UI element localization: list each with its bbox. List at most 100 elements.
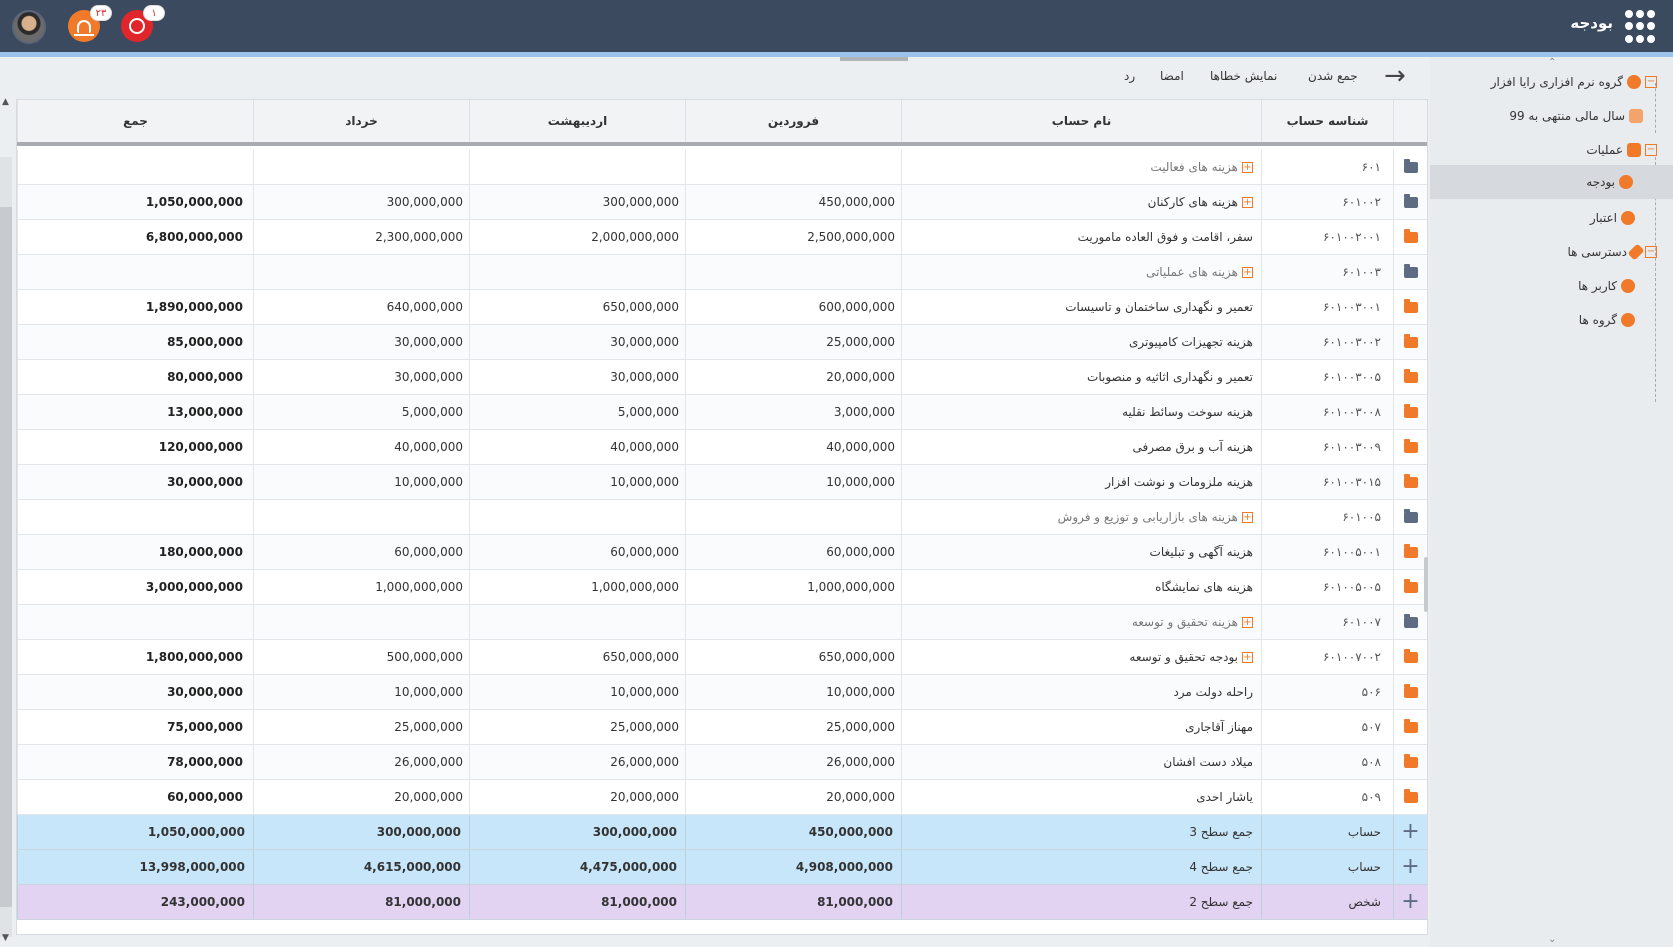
show-errors-button[interactable]: نمایش خطاها — [1210, 69, 1277, 83]
value-farvardin[interactable]: 450,000,000 — [685, 185, 901, 219]
table-row[interactable]: ۶۰۱۰۰۲۰۰۱ سفر، اقامت و فوق العاده ماموریت… — [17, 220, 1427, 255]
value-ordibehesht[interactable]: 20,000,000 — [469, 780, 685, 814]
table-row[interactable]: ۵۰۸ میلاد دست افشان 26,000,000 26,000,000 26… — [17, 745, 1427, 780]
value-ordibehesht[interactable]: 1,000,000,000 — [469, 570, 685, 604]
value-ordibehesht[interactable] — [469, 150, 685, 184]
table-row[interactable]: ۶۰۱۰۰۵۰۰۱ هزینه آگهی و تبلیغات 60,000,000 6… — [17, 535, 1427, 570]
value-khordad[interactable] — [253, 150, 469, 184]
value-farvardin[interactable]: 20,000,000 — [685, 360, 901, 394]
value-ordibehesht[interactable]: 30,000,000 — [469, 325, 685, 359]
value-khordad[interactable] — [253, 500, 469, 534]
table-row[interactable]: ۶۰۱۰۰۳ + هزینه های عملیاتی — [17, 255, 1427, 290]
collapse-toggle-icon[interactable]: − — [1645, 76, 1657, 88]
value-khordad[interactable]: 60,000,000 — [253, 535, 469, 569]
value-farvardin[interactable]: 10,000,000 — [685, 465, 901, 499]
table-row[interactable]: ۶۰۱۰۰۳۰۰۵ تعمیر و نگهداری اثاثیه و منصوبا… — [17, 360, 1427, 395]
sidebar-item-access[interactable]: − دسترسی ها — [1568, 237, 1657, 267]
collapse-button[interactable]: جمع شدن — [1308, 69, 1358, 83]
value-khordad[interactable]: 10,000,000 — [253, 675, 469, 709]
user-avatar[interactable] — [12, 10, 46, 44]
value-farvardin[interactable]: 60,000,000 — [685, 535, 901, 569]
value-khordad[interactable]: 30,000,000 — [253, 360, 469, 394]
back-arrow-icon[interactable]: → — [1384, 63, 1414, 89]
expand-icon[interactable]: + — [1242, 196, 1253, 208]
collapse-toggle-icon[interactable]: − — [1645, 246, 1657, 258]
value-ordibehesht[interactable]: 300,000,000 — [469, 185, 685, 219]
left-scrollbar[interactable] — [0, 157, 12, 937]
value-ordibehesht[interactable]: 60,000,000 — [469, 535, 685, 569]
table-row[interactable]: ۶۰۱۰۰۳۰۱۵ هزینه ملزومات و نوشت افزار 10,00… — [17, 465, 1427, 500]
alerts-button[interactable]: ۱ — [121, 5, 165, 42]
value-farvardin[interactable]: 3,000,000 — [685, 395, 901, 429]
value-farvardin[interactable]: 10,000,000 — [685, 675, 901, 709]
table-row[interactable]: ۵۰۹ یاشار احدی 20,000,000 20,000,000 20,000,… — [17, 780, 1427, 815]
header-khordad[interactable]: خرداد — [253, 100, 469, 142]
sidebar-item-operations[interactable]: − عملیات — [1586, 135, 1657, 165]
value-ordibehesht[interactable] — [469, 605, 685, 639]
table-row[interactable]: ۶۰۱۰۰۷ + هزینه تحقیق و توسعه — [17, 605, 1427, 640]
value-ordibehesht[interactable]: 10,000,000 — [469, 465, 685, 499]
header-total[interactable]: جمع — [17, 100, 253, 142]
value-farvardin[interactable]: 40,000,000 — [685, 430, 901, 464]
table-row[interactable]: ۶۰۱ + هزینه های فعالیت — [17, 150, 1427, 185]
value-khordad[interactable] — [253, 255, 469, 289]
value-khordad[interactable] — [253, 605, 469, 639]
sidebar-item-budget[interactable]: بودجه — [1430, 165, 1673, 199]
value-farvardin[interactable]: 650,000,000 — [685, 640, 901, 674]
value-farvardin[interactable] — [685, 150, 901, 184]
value-ordibehesht[interactable] — [469, 500, 685, 534]
value-ordibehesht[interactable]: 25,000,000 — [469, 710, 685, 744]
value-khordad[interactable]: 40,000,000 — [253, 430, 469, 464]
sign-button[interactable]: امضا — [1160, 69, 1184, 83]
value-farvardin[interactable]: 600,000,000 — [685, 290, 901, 324]
value-ordibehesht[interactable]: 650,000,000 — [469, 290, 685, 324]
value-farvardin[interactable]: 1,000,000,000 — [685, 570, 901, 604]
expand-icon[interactable]: + — [1242, 616, 1253, 628]
table-row[interactable]: ۶۰۱۰۰۳۰۰۱ تعمیر و نگهداری ساختمان و تاسیس… — [17, 290, 1427, 325]
value-ordibehesht[interactable]: 5,000,000 — [469, 395, 685, 429]
value-khordad[interactable]: 500,000,000 — [253, 640, 469, 674]
expand-icon[interactable]: + — [1242, 651, 1253, 663]
value-khordad[interactable]: 26,000,000 — [253, 745, 469, 779]
sidebar-item-fiscal-year[interactable]: سال مالی منتهی به 99 — [1509, 101, 1643, 131]
resize-grip[interactable] — [840, 57, 908, 61]
value-ordibehesht[interactable]: 10,000,000 — [469, 675, 685, 709]
table-row[interactable]: ۶۰۱۰۰۳۰۰۹ هزینه آب و برق مصرفی 40,000,000 4… — [17, 430, 1427, 465]
sidebar-item-groups[interactable]: گروه ها — [1579, 305, 1635, 335]
sidebar-item-company[interactable]: − گروه نرم افزاری رایا افزار — [1491, 67, 1657, 97]
table-row[interactable]: ۶۰۱۰۰۵۰۰۵ هزینه های نمایشگاه 1,000,000,000… — [17, 570, 1427, 605]
scroll-up-icon[interactable]: ▲ — [2, 97, 9, 107]
value-khordad[interactable]: 300,000,000 — [253, 185, 469, 219]
table-row[interactable]: ۵۰۷ مهناز آقاجاری 25,000,000 25,000,000 25,0… — [17, 710, 1427, 745]
value-khordad[interactable]: 1,000,000,000 — [253, 570, 469, 604]
value-ordibehesht[interactable]: 30,000,000 — [469, 360, 685, 394]
value-farvardin[interactable]: 20,000,000 — [685, 780, 901, 814]
expand-icon[interactable]: + — [1242, 161, 1253, 173]
value-farvardin[interactable] — [685, 605, 901, 639]
scroll-down-icon[interactable]: ▼ — [2, 933, 9, 943]
value-farvardin[interactable]: 25,000,000 — [685, 710, 901, 744]
notifications-button[interactable]: ۲۳ — [68, 5, 112, 42]
plus-icon[interactable]: + — [1401, 821, 1419, 843]
header-ordibehesht[interactable]: اردیبهشت — [469, 100, 685, 142]
value-ordibehesht[interactable]: 40,000,000 — [469, 430, 685, 464]
reject-button[interactable]: رد — [1124, 69, 1135, 83]
value-farvardin[interactable]: 26,000,000 — [685, 745, 901, 779]
table-row[interactable]: ۶۰۱۰۰۲ + هزینه های کارکنان 450,000,000 300,0… — [17, 185, 1427, 220]
value-farvardin[interactable] — [685, 255, 901, 289]
table-row[interactable]: ۶۰۱۰۰۳۰۰۲ هزینه تجهیزات کامپیوتری 25,000,0… — [17, 325, 1427, 360]
value-farvardin[interactable]: 2,500,000,000 — [685, 220, 901, 254]
value-farvardin[interactable] — [685, 500, 901, 534]
sidebar-item-users[interactable]: کاربر ها — [1578, 271, 1635, 301]
value-khordad[interactable]: 30,000,000 — [253, 325, 469, 359]
collapse-toggle-icon[interactable]: − — [1645, 144, 1657, 156]
value-khordad[interactable]: 2,300,000,000 — [253, 220, 469, 254]
header-name[interactable]: نام حساب — [901, 100, 1261, 142]
plus-icon[interactable]: + — [1401, 891, 1419, 913]
scrollbar-thumb[interactable] — [0, 207, 12, 907]
table-scrollbar-thumb[interactable] — [1424, 557, 1428, 612]
value-khordad[interactable]: 640,000,000 — [253, 290, 469, 324]
plus-icon[interactable]: + — [1401, 856, 1419, 878]
table-row[interactable]: ۶۰۱۰۰۷۰۰۲ + بودجه تحقیق و توسعه 650,000,000… — [17, 640, 1427, 675]
apps-grid-icon[interactable] — [1625, 10, 1659, 44]
